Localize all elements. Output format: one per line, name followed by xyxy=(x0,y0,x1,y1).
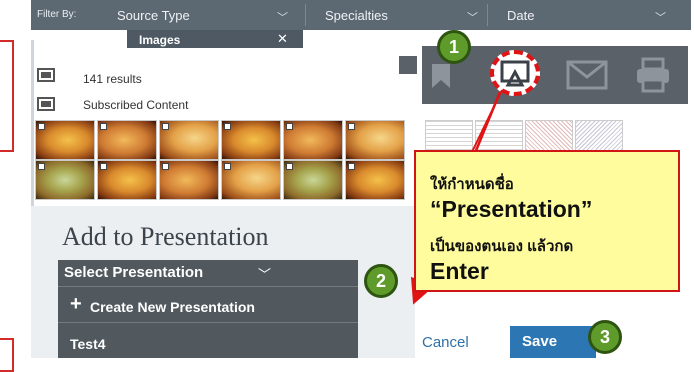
step-badge-2: 2 xyxy=(364,264,398,298)
arrow-to-callout xyxy=(471,89,503,153)
callout-line-1: ให้กำหนดชื่อ xyxy=(430,176,514,193)
step-badge-1: 1 xyxy=(437,30,471,64)
callout-line-4: Enter xyxy=(430,258,489,284)
callout-line-3: เป็นของตนเอง แล้วกด xyxy=(430,238,574,255)
callout-line-2: “Presentation” xyxy=(430,196,593,222)
step-badge-3: 3 xyxy=(588,320,622,354)
instruction-callout: ให้กำหนดชื่อ “Presentation” เป็นของตนเอง… xyxy=(414,150,680,292)
